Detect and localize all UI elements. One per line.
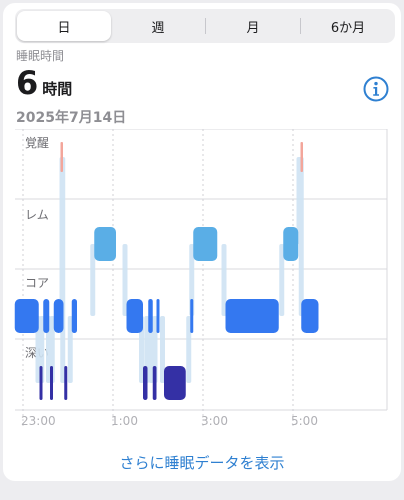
sleep-stage-bar xyxy=(283,227,299,261)
sleep-stage-bar xyxy=(50,366,53,400)
sleep-stage-bar xyxy=(53,299,64,333)
stage-transition xyxy=(298,157,304,316)
stage-label: コア xyxy=(25,276,49,290)
sleep-stage-bar xyxy=(225,299,279,333)
tab-6months-label: 6か月 xyxy=(330,20,366,36)
info-circle-icon[interactable] xyxy=(363,76,389,102)
tab-month[interactable]: 月 xyxy=(206,9,300,43)
sleep-stage-bar xyxy=(190,299,194,333)
tab-day-label: 日 xyxy=(57,20,71,36)
show-more-sleep-data-link[interactable]: さらに睡眠データを表示 xyxy=(3,452,401,473)
time-tick-label: 3:00 xyxy=(201,414,228,428)
sleep-stage-bar xyxy=(94,227,116,261)
sleep-stage-bar xyxy=(64,366,68,400)
sleep-stage-bar xyxy=(71,299,77,333)
sleep-stage-awake-mark xyxy=(60,142,63,172)
sleep-stage-bar xyxy=(14,299,39,333)
sleep-stage-bar xyxy=(164,366,186,400)
period-segmented-control: 日 週 月 6か月 xyxy=(15,9,395,43)
sleep-stage-bar xyxy=(43,299,50,333)
sleep-stage-bar xyxy=(39,366,43,400)
sleep-stage-bar xyxy=(126,299,143,333)
stage-transition xyxy=(60,157,66,383)
summary-label: 睡眠時間 xyxy=(16,49,65,63)
time-tick-label: 23:00 xyxy=(21,414,56,428)
sleep-stage-bar xyxy=(143,366,148,400)
sleep-date: 2025年7月14日 xyxy=(16,110,127,126)
tab-month-label: 月 xyxy=(246,20,260,36)
stage-label: 覚醒 xyxy=(25,136,49,150)
time-tick-label: 1:00 xyxy=(111,414,138,428)
sleep-stage-bar xyxy=(156,299,160,333)
sleep-stage-bar xyxy=(301,299,319,333)
sleep-stage-bar xyxy=(148,299,153,333)
sleep-stage-bar xyxy=(152,366,157,400)
sleep-duration: 6 時間 xyxy=(16,67,72,99)
sleep-duration-unit: 時間 xyxy=(42,80,73,98)
stage-label: レム xyxy=(25,208,49,222)
sleep-stage-bar xyxy=(193,227,218,261)
tab-day[interactable]: 日 xyxy=(17,11,111,41)
sleep-stage-chart: 覚醒レムコア深い23:001:003:005:00 xyxy=(3,128,401,429)
tab-week-label: 週 xyxy=(151,20,165,36)
tab-week[interactable]: 週 xyxy=(111,9,205,43)
sleep-duration-value: 6 xyxy=(16,64,39,102)
tab-6months[interactable]: 6か月 xyxy=(301,9,395,43)
sleep-card: 日 週 月 6か月 睡眠時間 6 時間 2025年7月14日 覚醒レムコア深い2… xyxy=(3,3,401,481)
sleep-stage-awake-mark xyxy=(300,142,303,172)
time-tick-label: 5:00 xyxy=(291,414,318,428)
